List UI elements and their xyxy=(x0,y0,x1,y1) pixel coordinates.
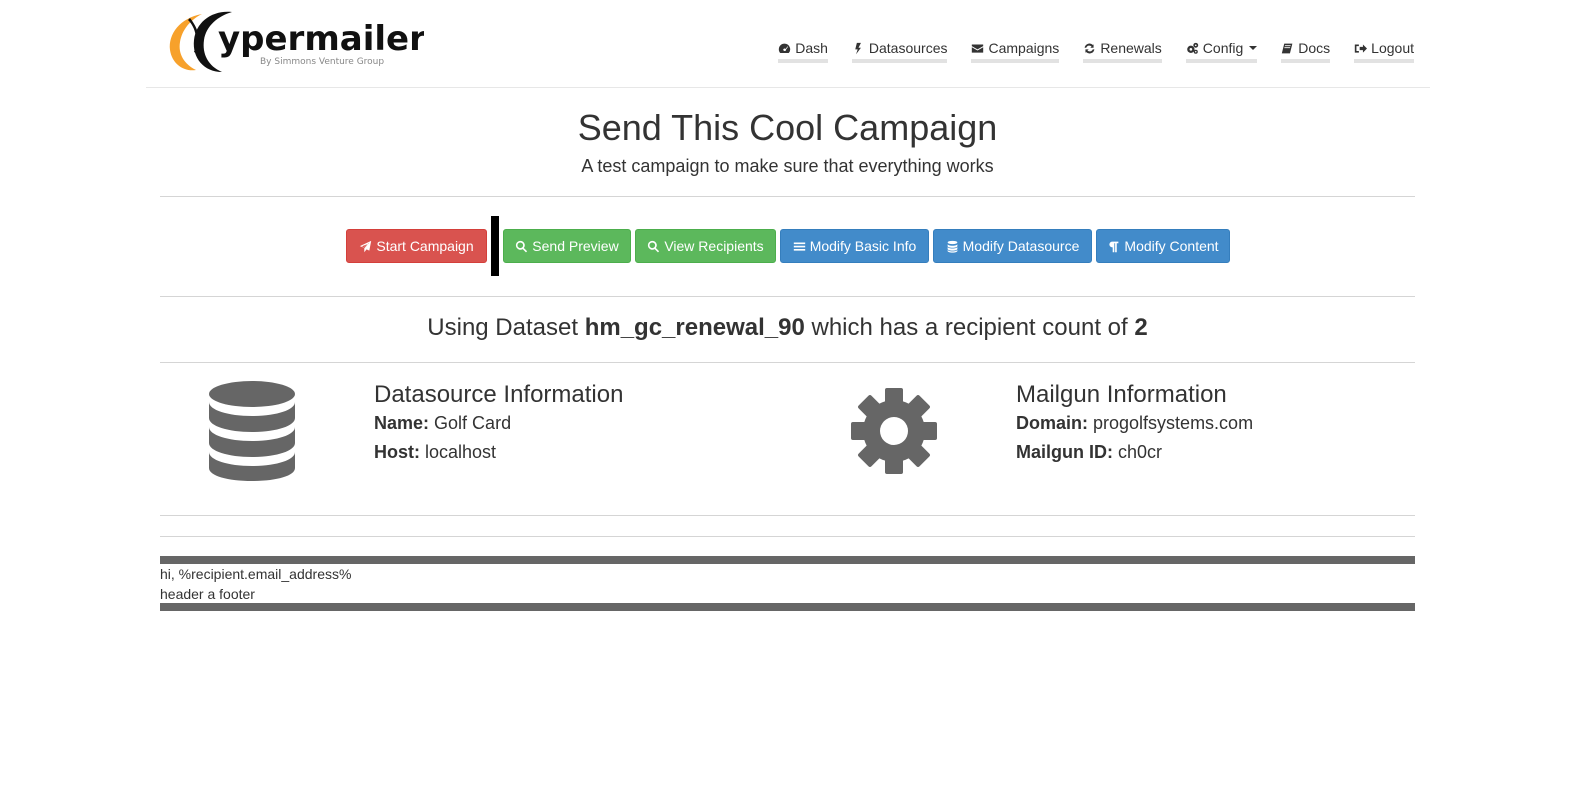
nav-item-renewals[interactable]: Renewals xyxy=(1083,38,1162,63)
mailgun-info-title: Mailgun Information xyxy=(1016,381,1227,408)
content-preview-line: header a footer xyxy=(160,586,255,602)
divider xyxy=(160,362,1415,363)
database-icon xyxy=(947,240,958,253)
nav-label: Datasources xyxy=(868,40,948,56)
datasource-host-row: Host: localhost xyxy=(374,438,623,467)
refresh-icon xyxy=(1084,43,1095,53)
datasource-name: Golf Card xyxy=(434,413,512,433)
button-label: View Recipients xyxy=(664,238,764,254)
divider xyxy=(160,196,1415,197)
navbar: ypermailer By Simmons Venture Group Dash… xyxy=(146,0,1430,88)
nav-item-datasources[interactable]: Datasources xyxy=(851,38,948,63)
page-subtitle: A test campaign to make sure that everyt… xyxy=(581,156,994,176)
nav-item-docs[interactable]: Docs xyxy=(1281,38,1331,63)
book-icon xyxy=(1282,43,1293,53)
dataset-summary: Using Dataset hm_gc_renewal_90 which has… xyxy=(160,312,1415,344)
dashboard-icon xyxy=(779,43,791,53)
dataset-prefix: Using Dataset xyxy=(427,314,585,341)
view-recipients-button[interactable]: View Recipients xyxy=(635,229,776,263)
database-icon xyxy=(208,381,296,484)
dataset-name: hm_gc_renewal_90 xyxy=(584,314,805,341)
mailgun-domain: progolfsystems.com xyxy=(1093,413,1254,433)
divider xyxy=(160,296,1415,297)
datasource-name-row: Name: Golf Card xyxy=(374,409,623,438)
datasource-info: Datasource Information Name: Golf Card H… xyxy=(374,381,623,467)
cogs-icon xyxy=(1187,42,1198,54)
page-title: Send This Cool Campaign xyxy=(577,107,998,148)
action-toolbar: Start Campaign Send Preview View Recipie… xyxy=(0,216,1587,276)
search-icon xyxy=(648,240,660,252)
paper-plane-icon xyxy=(360,240,372,252)
nav-label: Config xyxy=(1202,40,1244,56)
button-label: Modify Datasource xyxy=(962,238,1080,254)
svg-text:ypermailer: ypermailer xyxy=(218,19,424,59)
nav-item-logout[interactable]: Logout xyxy=(1354,38,1414,63)
datasource-info-title: Datasource Information xyxy=(374,381,624,408)
search-icon xyxy=(516,240,528,252)
brand-logo[interactable]: ypermailer By Simmons Venture Group xyxy=(162,8,424,74)
nav-label: Logout xyxy=(1371,40,1414,56)
gear-icon xyxy=(850,387,938,478)
paragraph-icon xyxy=(1109,241,1119,252)
envelope-icon xyxy=(972,43,984,53)
mailgun-id: ch0cr xyxy=(1118,442,1163,462)
bars-icon xyxy=(793,241,805,251)
nav-item-config[interactable]: Config xyxy=(1185,38,1258,63)
nav-item-campaigns[interactable]: Campaigns xyxy=(971,38,1060,63)
field-label: Host: xyxy=(374,442,420,462)
nav-label: Dash xyxy=(795,40,828,56)
content-preview-top-bar xyxy=(160,556,1415,564)
mailgun-domain-row: Domain: progolfsystems.com xyxy=(1016,409,1253,438)
recipient-count: 2 xyxy=(1134,314,1148,341)
mailgun-info: Mailgun Information Domain: progolfsyste… xyxy=(1016,381,1253,467)
button-label: Send Preview xyxy=(532,238,619,254)
nav-item-dash[interactable]: Dash xyxy=(778,38,828,63)
caret-down-icon xyxy=(1249,46,1258,50)
modify-content-button[interactable]: Modify Content xyxy=(1096,229,1230,263)
content-preview-line: hi, %recipient.email_address% xyxy=(160,566,352,582)
main-nav: Dash Datasources Campaigns Renewals Conf… xyxy=(754,38,1414,63)
button-label: Modify Basic Info xyxy=(809,238,917,254)
content-preview-bottom-bar xyxy=(160,603,1415,611)
logo-mark-icon: ypermailer By Simmons Venture Group xyxy=(169,11,424,72)
start-campaign-button[interactable]: Start Campaign xyxy=(346,229,487,263)
nav-label: Campaigns xyxy=(988,40,1060,56)
bolt-icon xyxy=(855,42,861,54)
dataset-middle: which has a recipient count of xyxy=(804,314,1135,341)
mailgun-id-row: Mailgun ID: ch0cr xyxy=(1016,438,1253,467)
divider xyxy=(160,536,1415,537)
svg-text:By Simmons Venture Group: By Simmons Venture Group xyxy=(260,57,384,67)
button-label: Modify Content xyxy=(1124,238,1219,254)
nav-label: Renewals xyxy=(1100,40,1162,56)
field-label: Domain: xyxy=(1016,413,1088,433)
modify-basic-info-button[interactable]: Modify Basic Info xyxy=(780,229,929,263)
button-label: Start Campaign xyxy=(376,238,474,254)
field-label: Name: xyxy=(374,413,430,433)
modify-datasource-button[interactable]: Modify Datasource xyxy=(933,229,1092,263)
sign-out-icon xyxy=(1354,43,1368,53)
separator-bar xyxy=(491,216,499,276)
datasource-host: localhost xyxy=(425,442,497,462)
nav-label: Docs xyxy=(1298,40,1331,56)
divider xyxy=(160,515,1415,516)
send-preview-button[interactable]: Send Preview xyxy=(503,229,631,263)
field-label: Mailgun ID: xyxy=(1016,442,1113,462)
